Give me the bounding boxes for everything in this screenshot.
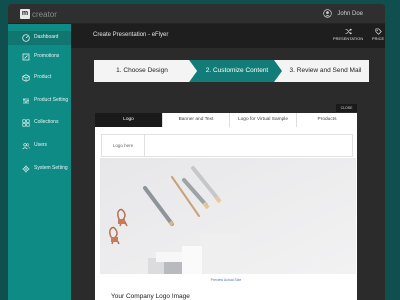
editor-panel: Logo here Preview Actual Size Your Compa…	[95, 127, 357, 300]
sidebar-item-collections[interactable]: Collections	[8, 116, 71, 130]
price-label: PRICE	[372, 37, 385, 41]
users-icon	[22, 143, 30, 150]
price-button[interactable]: PRICE	[372, 28, 384, 41]
tab-banner-and-text[interactable]: Banner and Text	[162, 113, 229, 127]
sidebar-item-label: Product Setting	[34, 97, 69, 103]
shuffle-icon	[345, 28, 352, 35]
grid-icon	[22, 119, 30, 127]
promotions-icon	[22, 53, 30, 61]
logo-text: creator	[32, 9, 57, 19]
sidebar-item-dashboard[interactable]: Dashboard	[8, 31, 71, 45]
close-button[interactable]: CLOSE	[336, 104, 357, 112]
tab-logo[interactable]: Logo	[95, 113, 162, 127]
sliders-icon	[23, 98, 29, 104]
user-menu[interactable]: John Doe	[323, 9, 363, 18]
sidebar-item-label: System Setting	[34, 165, 68, 171]
app-logo[interactable]: m creator	[20, 9, 57, 19]
page-title: Create Presentation - eFlyer	[93, 32, 169, 38]
user-circle-icon	[323, 9, 333, 18]
step-label: 2. Customize Content	[205, 67, 269, 74]
section-title: Your Company Logo Image	[111, 293, 190, 300]
sidebar-item-label: Promotions	[34, 53, 60, 59]
desk-photo	[100, 158, 356, 274]
top-bar: m creator John Doe	[8, 4, 385, 24]
sidebar: Dashboard Promotions Product Product Set…	[8, 24, 71, 300]
sidebar-item-users[interactable]: Users	[8, 139, 71, 153]
presentation-label: PRESENTATION	[333, 37, 364, 41]
sidebar-item-label: Dashboard	[34, 34, 59, 40]
sidebar-item-system-setting[interactable]: System Setting	[8, 162, 71, 176]
page-header: Create Presentation - eFlyer PRESENTATIO…	[71, 24, 385, 48]
banner-image[interactable]	[100, 158, 356, 274]
sidebar-item-label: Collections	[34, 119, 59, 125]
tab-logo-virtual-sample[interactable]: Logo for Virtual Sample	[229, 113, 296, 127]
step-review-send[interactable]: 3. Review and Send Mail	[282, 60, 369, 82]
sidebar-item-promotions[interactable]: Promotions	[8, 50, 71, 64]
sidebar-item-product-setting[interactable]: Product Setting	[8, 94, 71, 108]
box-icon	[22, 74, 30, 82]
logo-upload-box[interactable]: Logo here	[101, 134, 353, 157]
preview-actual-size-link[interactable]: Preview Actual Size	[95, 278, 357, 282]
sidebar-item-product[interactable]: Product	[8, 71, 71, 85]
progress-stepper: 1. Choose Design 2. Customize Content 3.…	[94, 60, 369, 82]
logo-mark: m	[20, 9, 30, 19]
step-customize-content[interactable]: 2. Customize Content	[194, 60, 280, 82]
presentation-button[interactable]: PRESENTATION	[333, 28, 363, 41]
user-name: John Doe	[337, 10, 363, 17]
sidebar-item-label: Users	[34, 142, 48, 148]
sidebar-item-label: Product	[34, 74, 52, 80]
tab-products[interactable]: Products	[296, 113, 357, 127]
step-label: 1. Choose Design	[116, 67, 168, 74]
logo-placeholder: Logo here	[102, 135, 145, 156]
price-tag-icon	[375, 28, 382, 35]
editor-tabs: Logo Banner and Text Logo for Virtual Sa…	[95, 113, 357, 127]
step-choose-design[interactable]: 1. Choose Design	[94, 60, 190, 82]
gear-icon	[22, 165, 30, 173]
dashboard-icon	[22, 34, 30, 42]
step-label: 3. Review and Send Mail	[289, 67, 362, 74]
